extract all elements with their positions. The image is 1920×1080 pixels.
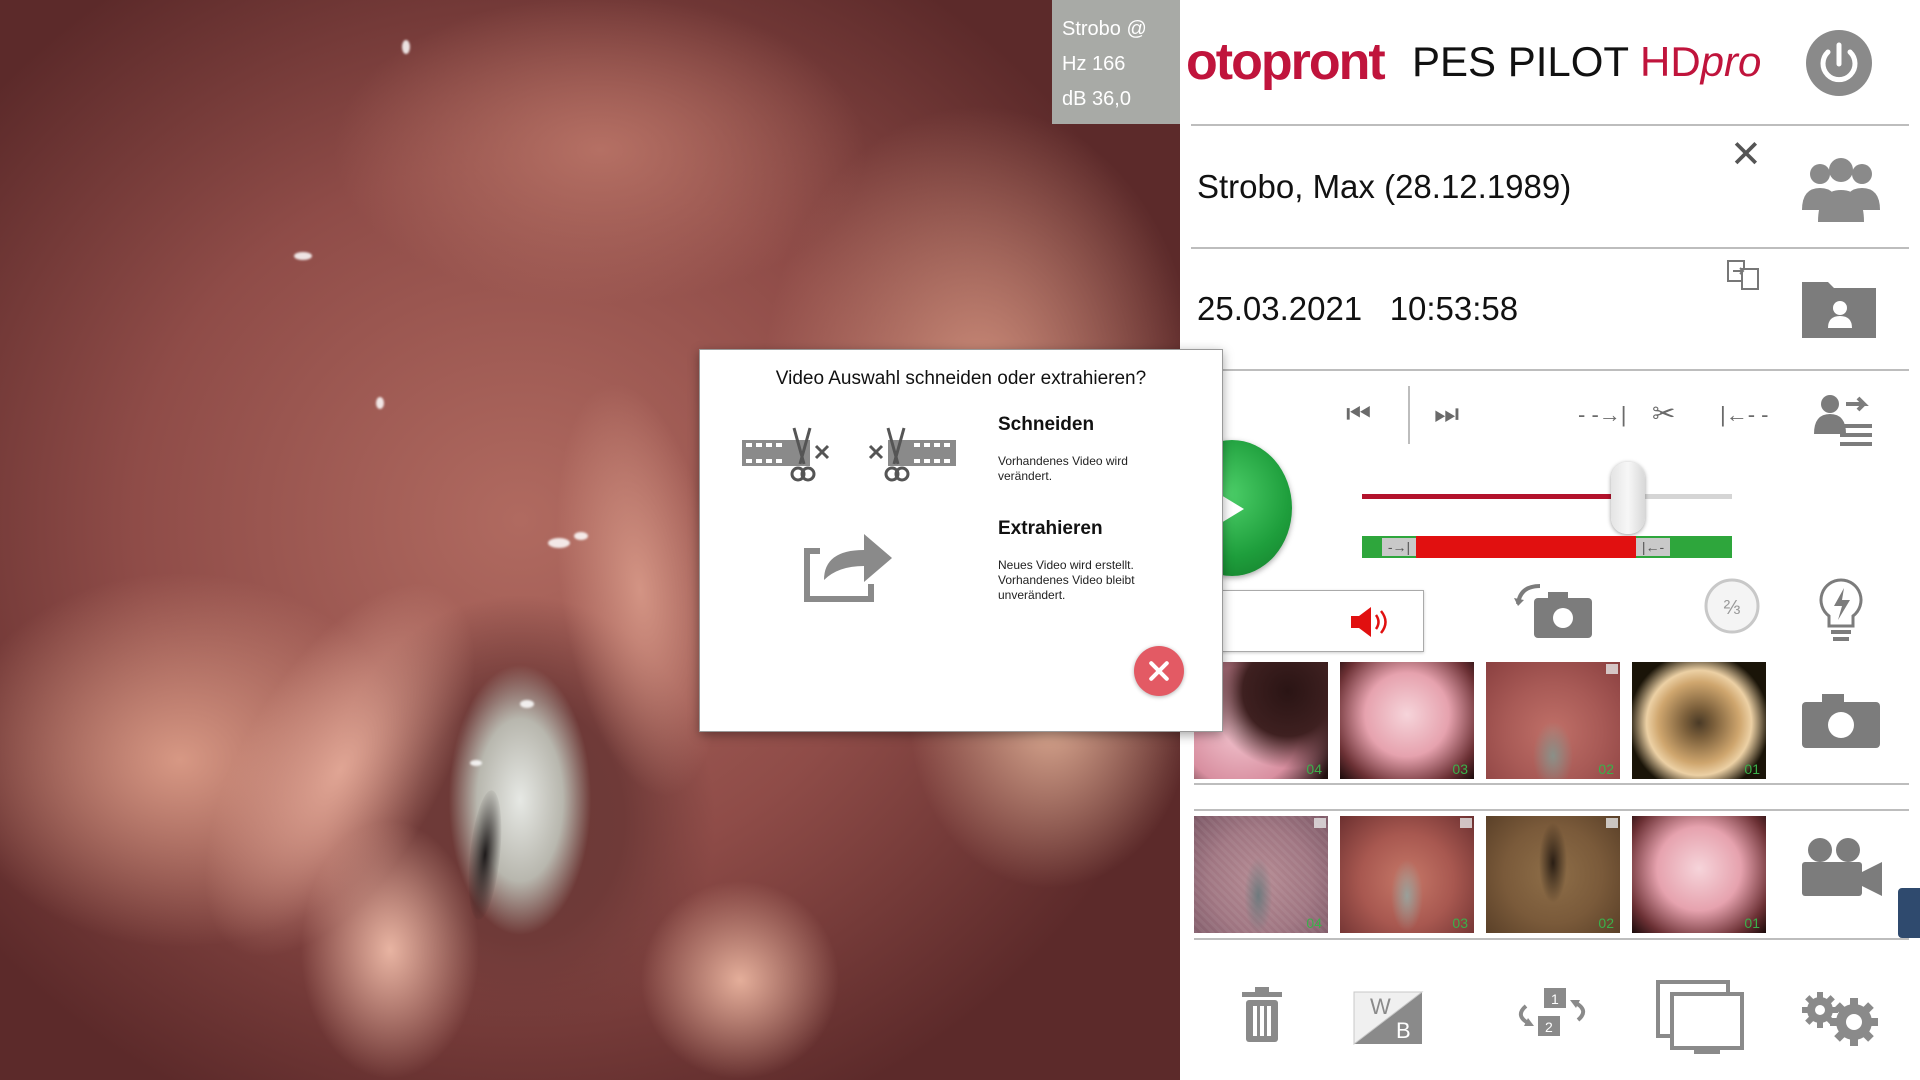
white-balance-button[interactable]: W B xyxy=(1352,990,1424,1046)
cut-option-title[interactable]: Schneiden xyxy=(998,414,1094,436)
divider xyxy=(1191,369,1909,371)
extract-desc-line: Vorhandenes Video bleibt xyxy=(998,573,1135,587)
tissue-fold xyxy=(640,880,840,1080)
light-reflection xyxy=(548,538,570,548)
divider xyxy=(1191,124,1909,126)
cut-desc-line: Vorhandenes Video wird xyxy=(998,454,1128,468)
extract-option-title[interactable]: Extrahieren xyxy=(998,518,1103,540)
monitor-layout-button[interactable] xyxy=(1654,978,1746,1056)
range-end-handle[interactable]: |←- xyxy=(1636,538,1670,556)
exam-datetime: 25.03.2021 10:53:58 xyxy=(1197,290,1518,328)
light-reflection xyxy=(520,700,534,708)
set-out-point-button[interactable]: |←- - xyxy=(1720,404,1768,426)
strobo-mode: Strobo @ xyxy=(1062,18,1147,40)
image-number: 03 xyxy=(1452,761,1468,777)
svg-text:W: W xyxy=(1370,994,1391,1019)
image-number: 04 xyxy=(1306,761,1322,777)
dialog-title: Video Auswahl schneiden oder extrahieren… xyxy=(775,368,1147,389)
speaker-icon[interactable] xyxy=(1349,605,1393,639)
video-number: 02 xyxy=(1598,915,1614,931)
set-in-point-button[interactable]: - -→| xyxy=(1578,404,1626,426)
trash-button[interactable] xyxy=(1240,986,1284,1044)
svg-text:⅔: ⅔ xyxy=(1724,597,1741,619)
cut-film-icon[interactable] xyxy=(742,426,956,486)
light-reflection xyxy=(402,40,410,54)
extract-option-description: Neues Video wird erstellt. Vorhandenes V… xyxy=(998,558,1135,603)
exam-date: 25.03.2021 xyxy=(1197,290,1363,327)
exam-time: 10:53:58 xyxy=(1389,290,1519,327)
video-thumbnail[interactable]: 03 xyxy=(1340,816,1474,933)
product-name-pro: pro xyxy=(1700,38,1762,85)
skip-start-button[interactable]: ⏮ xyxy=(1346,400,1371,428)
divider xyxy=(1194,809,1909,811)
side-tab[interactable] xyxy=(1898,888,1920,938)
light-reflection xyxy=(376,397,384,409)
settings-gear-icon[interactable] xyxy=(1798,990,1882,1046)
extract-share-icon[interactable] xyxy=(800,526,900,606)
video-thumbnail[interactable]: 04 xyxy=(1194,816,1328,933)
cut-extract-dialog: Video Auswahl schneiden oder extrahieren… xyxy=(699,349,1223,732)
product-name-main: PES PILOT xyxy=(1412,38,1629,85)
patient-folder-button[interactable] xyxy=(1798,272,1882,342)
product-name: PES PILOT HDpro xyxy=(1412,38,1761,86)
video-number: 04 xyxy=(1306,915,1322,931)
image-number: 01 xyxy=(1744,761,1760,777)
strobo-frequency: Hz 166 xyxy=(1062,53,1126,75)
image-thumbnail[interactable]: 01 xyxy=(1632,662,1766,779)
video-flag xyxy=(1606,818,1618,828)
divider xyxy=(1191,247,1909,249)
light-reflection xyxy=(470,760,482,766)
light-reflection xyxy=(294,252,312,260)
cut-scissors-button[interactable]: ✂ xyxy=(1652,400,1675,428)
image-thumbnail[interactable]: 02 xyxy=(1486,662,1620,779)
tissue-fold xyxy=(300,820,480,1080)
extract-desc-line: Neues Video wird erstellt. xyxy=(998,558,1134,572)
divider xyxy=(1194,938,1909,940)
svg-text:1: 1 xyxy=(1551,991,1559,1007)
playback-progress xyxy=(1362,494,1629,499)
cut-option-description: Vorhandenes Video wird verändert. xyxy=(998,454,1128,484)
product-name-hd: HD xyxy=(1640,38,1701,85)
transfer-icon[interactable] xyxy=(1725,258,1763,292)
skip-end-button[interactable]: ⏭ xyxy=(1434,400,1459,428)
svg-text:B: B xyxy=(1396,1018,1411,1043)
cut-range-selection xyxy=(1416,536,1636,558)
otopront-logo: otopront xyxy=(1186,33,1386,91)
video-number: 03 xyxy=(1452,915,1468,931)
patient-list-button[interactable] xyxy=(1796,150,1886,230)
video-flag xyxy=(1460,818,1472,828)
extract-desc-line: unverändert. xyxy=(998,588,1066,602)
cut-desc-line: verändert. xyxy=(998,469,1053,483)
svg-text:2: 2 xyxy=(1545,1019,1553,1035)
swap-order-button[interactable]: 1 2 xyxy=(1510,984,1594,1042)
dialog-close-button[interactable] xyxy=(1134,646,1184,696)
close-patient-button[interactable]: ✕ xyxy=(1730,136,1762,174)
audio-panel xyxy=(1198,590,1424,652)
patient-name: Strobo, Max (28.12.1989) xyxy=(1197,168,1572,205)
camera-capture-button[interactable] xyxy=(1800,690,1882,750)
light-reflection xyxy=(574,532,588,540)
video-thumbnail[interactable]: 02 xyxy=(1486,816,1620,933)
video-record-button[interactable] xyxy=(1798,834,1884,900)
glottis-opening xyxy=(463,788,507,922)
strobo-readout: Strobo @ Hz 166 dB 36,0 xyxy=(1052,0,1180,124)
image-flag xyxy=(1606,664,1618,674)
image-number: 02 xyxy=(1598,761,1614,777)
export-list-button[interactable] xyxy=(1812,390,1876,452)
video-flag xyxy=(1314,818,1326,828)
range-start-handle[interactable]: -→| xyxy=(1382,538,1416,556)
rotate-camera-button[interactable] xyxy=(1512,578,1596,644)
image-thumbnail[interactable]: 03 xyxy=(1340,662,1474,779)
flash-button[interactable] xyxy=(1816,576,1866,648)
strobo-level: dB 36,0 xyxy=(1062,88,1131,110)
video-thumbnail[interactable]: 01 xyxy=(1632,816,1766,933)
control-separator xyxy=(1408,386,1410,444)
power-button[interactable] xyxy=(1804,28,1874,98)
divider xyxy=(1194,783,1909,785)
video-number: 01 xyxy=(1744,915,1760,931)
timer-button[interactable]: ⅔ xyxy=(1702,576,1762,636)
playback-slider-thumb[interactable] xyxy=(1611,462,1646,534)
